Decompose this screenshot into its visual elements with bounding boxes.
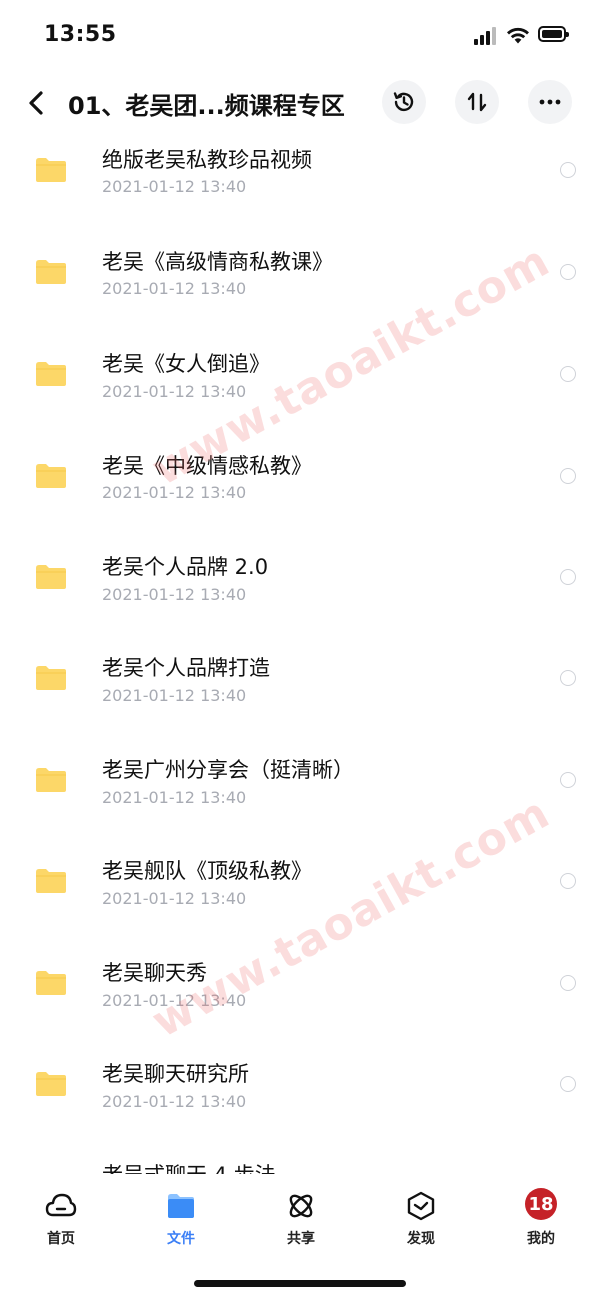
- folder-name: 老吴个人品牌 2.0: [102, 555, 269, 579]
- folder-date: 2021-01-12 13:40: [102, 382, 247, 401]
- more-dots-icon: [539, 99, 561, 105]
- folder-row[interactable]: 老吴式聊天 4 步法: [0, 1149, 600, 1174]
- folder-name: 老吴广州分享会（挺清晰）: [102, 758, 354, 782]
- tab-files[interactable]: 文件: [141, 1188, 221, 1254]
- select-checkbox[interactable]: [560, 366, 576, 382]
- folder-row[interactable]: 绝版老吴私教珍品视频 2021-01-12 13:40: [0, 134, 600, 235]
- folder-name: 老吴舰队《顶级私教》: [102, 859, 312, 883]
- folder-date: 2021-01-12 13:40: [102, 585, 247, 604]
- discover-box-icon: [407, 1191, 435, 1221]
- cloud-icon: [45, 1193, 77, 1217]
- folder-date: 2021-01-12 13:40: [102, 686, 247, 705]
- folder-name: 老吴《中级情感私教》: [102, 454, 312, 478]
- folder-icon: [36, 768, 66, 792]
- select-checkbox[interactable]: [560, 1076, 576, 1092]
- status-bar: 13:55: [0, 0, 600, 72]
- file-list: 绝版老吴私教珍品视频 2021-01-12 13:40 老吴《高级情商私教课》 …: [0, 134, 600, 1174]
- folder-date: 2021-01-12 13:40: [102, 788, 247, 807]
- folder-date: 2021-01-12 13:40: [102, 991, 247, 1010]
- folder-row[interactable]: 老吴聊天秀 2021-01-12 13:40: [0, 946, 600, 1047]
- folder-icon: [36, 362, 66, 386]
- page-title: 01、老吴团...频课程专区: [68, 92, 345, 120]
- folder-date: 2021-01-12 13:40: [102, 483, 247, 502]
- share-atom-icon: [289, 1194, 313, 1218]
- history-button[interactable]: [382, 80, 426, 124]
- folder-icon: [36, 260, 66, 284]
- folder-icon: [36, 565, 66, 589]
- select-checkbox[interactable]: [560, 670, 576, 686]
- folder-name: 老吴《女人倒追》: [102, 352, 270, 376]
- folder-row[interactable]: 老吴舰队《顶级私教》 2021-01-12 13:40: [0, 845, 600, 946]
- folder-name: 老吴聊天秀: [102, 961, 207, 985]
- folder-icon: [36, 464, 66, 488]
- status-time: 13:55: [44, 22, 117, 47]
- wifi-icon: [507, 27, 529, 44]
- folder-name: 绝版老吴私教珍品视频: [102, 148, 312, 172]
- folder-icon: [36, 869, 66, 893]
- tab-label: 文件: [167, 1231, 195, 1247]
- back-arrow-icon[interactable]: [22, 86, 52, 120]
- cellular-signal-icon: [474, 27, 496, 45]
- tab-label: 我的: [527, 1231, 555, 1247]
- history-clock-icon: [393, 92, 414, 112]
- sort-button[interactable]: [455, 80, 499, 124]
- folder-icon: [168, 1194, 194, 1218]
- folder-icon: [34, 1173, 68, 1174]
- tab-label: 共享: [287, 1231, 315, 1247]
- battery-icon: [538, 26, 569, 42]
- select-checkbox[interactable]: [560, 873, 576, 889]
- folder-name: 老吴式聊天 4 步法: [102, 1159, 276, 1174]
- folder-date: 2021-01-12 13:40: [102, 177, 247, 196]
- folder-row[interactable]: 老吴个人品牌打造 2021-01-12 13:40: [0, 642, 600, 743]
- folder-row[interactable]: 老吴广州分享会（挺清晰） 2021-01-12 13:40: [0, 743, 600, 844]
- folder-icon: [36, 971, 66, 995]
- select-checkbox[interactable]: [560, 468, 576, 484]
- folder-name: 老吴聊天研究所: [102, 1062, 249, 1086]
- folder-name: 老吴个人品牌打造: [102, 656, 270, 680]
- select-checkbox[interactable]: [560, 264, 576, 280]
- select-checkbox[interactable]: [560, 975, 576, 991]
- folder-row[interactable]: 老吴《女人倒追》 2021-01-12 13:40: [0, 337, 600, 438]
- folder-row[interactable]: 老吴《高级情商私教课》 2021-01-12 13:40: [0, 236, 600, 337]
- folder-icon: [36, 1072, 66, 1096]
- more-options-button[interactable]: [528, 80, 572, 124]
- folder-icon: [36, 158, 66, 182]
- select-checkbox[interactable]: [560, 162, 576, 178]
- top-nav-bar: 01、老吴团...频课程专区: [0, 72, 600, 134]
- tab-home[interactable]: 首页: [21, 1188, 101, 1254]
- folder-date: 2021-01-12 13:40: [102, 889, 247, 908]
- folder-icon: [36, 666, 66, 690]
- tab-me[interactable]: 18 我的: [501, 1188, 581, 1254]
- avatar: 18: [525, 1188, 557, 1220]
- tab-label: 首页: [47, 1231, 75, 1247]
- select-checkbox[interactable]: [560, 772, 576, 788]
- tab-discover[interactable]: 发现: [381, 1188, 461, 1254]
- folder-row[interactable]: 老吴《中级情感私教》 2021-01-12 13:40: [0, 439, 600, 540]
- sort-arrows-icon: [467, 92, 487, 112]
- folder-row[interactable]: 老吴个人品牌 2.0 2021-01-12 13:40: [0, 540, 600, 641]
- home-indicator: [194, 1280, 406, 1287]
- folder-date: 2021-01-12 13:40: [102, 1092, 247, 1111]
- folder-name: 老吴《高级情商私教课》: [102, 250, 333, 274]
- select-checkbox[interactable]: [560, 569, 576, 585]
- tab-share[interactable]: 共享: [261, 1188, 341, 1254]
- folder-row[interactable]: 老吴聊天研究所 2021-01-12 13:40: [0, 1048, 600, 1149]
- tab-label: 发现: [407, 1231, 435, 1247]
- folder-date: 2021-01-12 13:40: [102, 279, 247, 298]
